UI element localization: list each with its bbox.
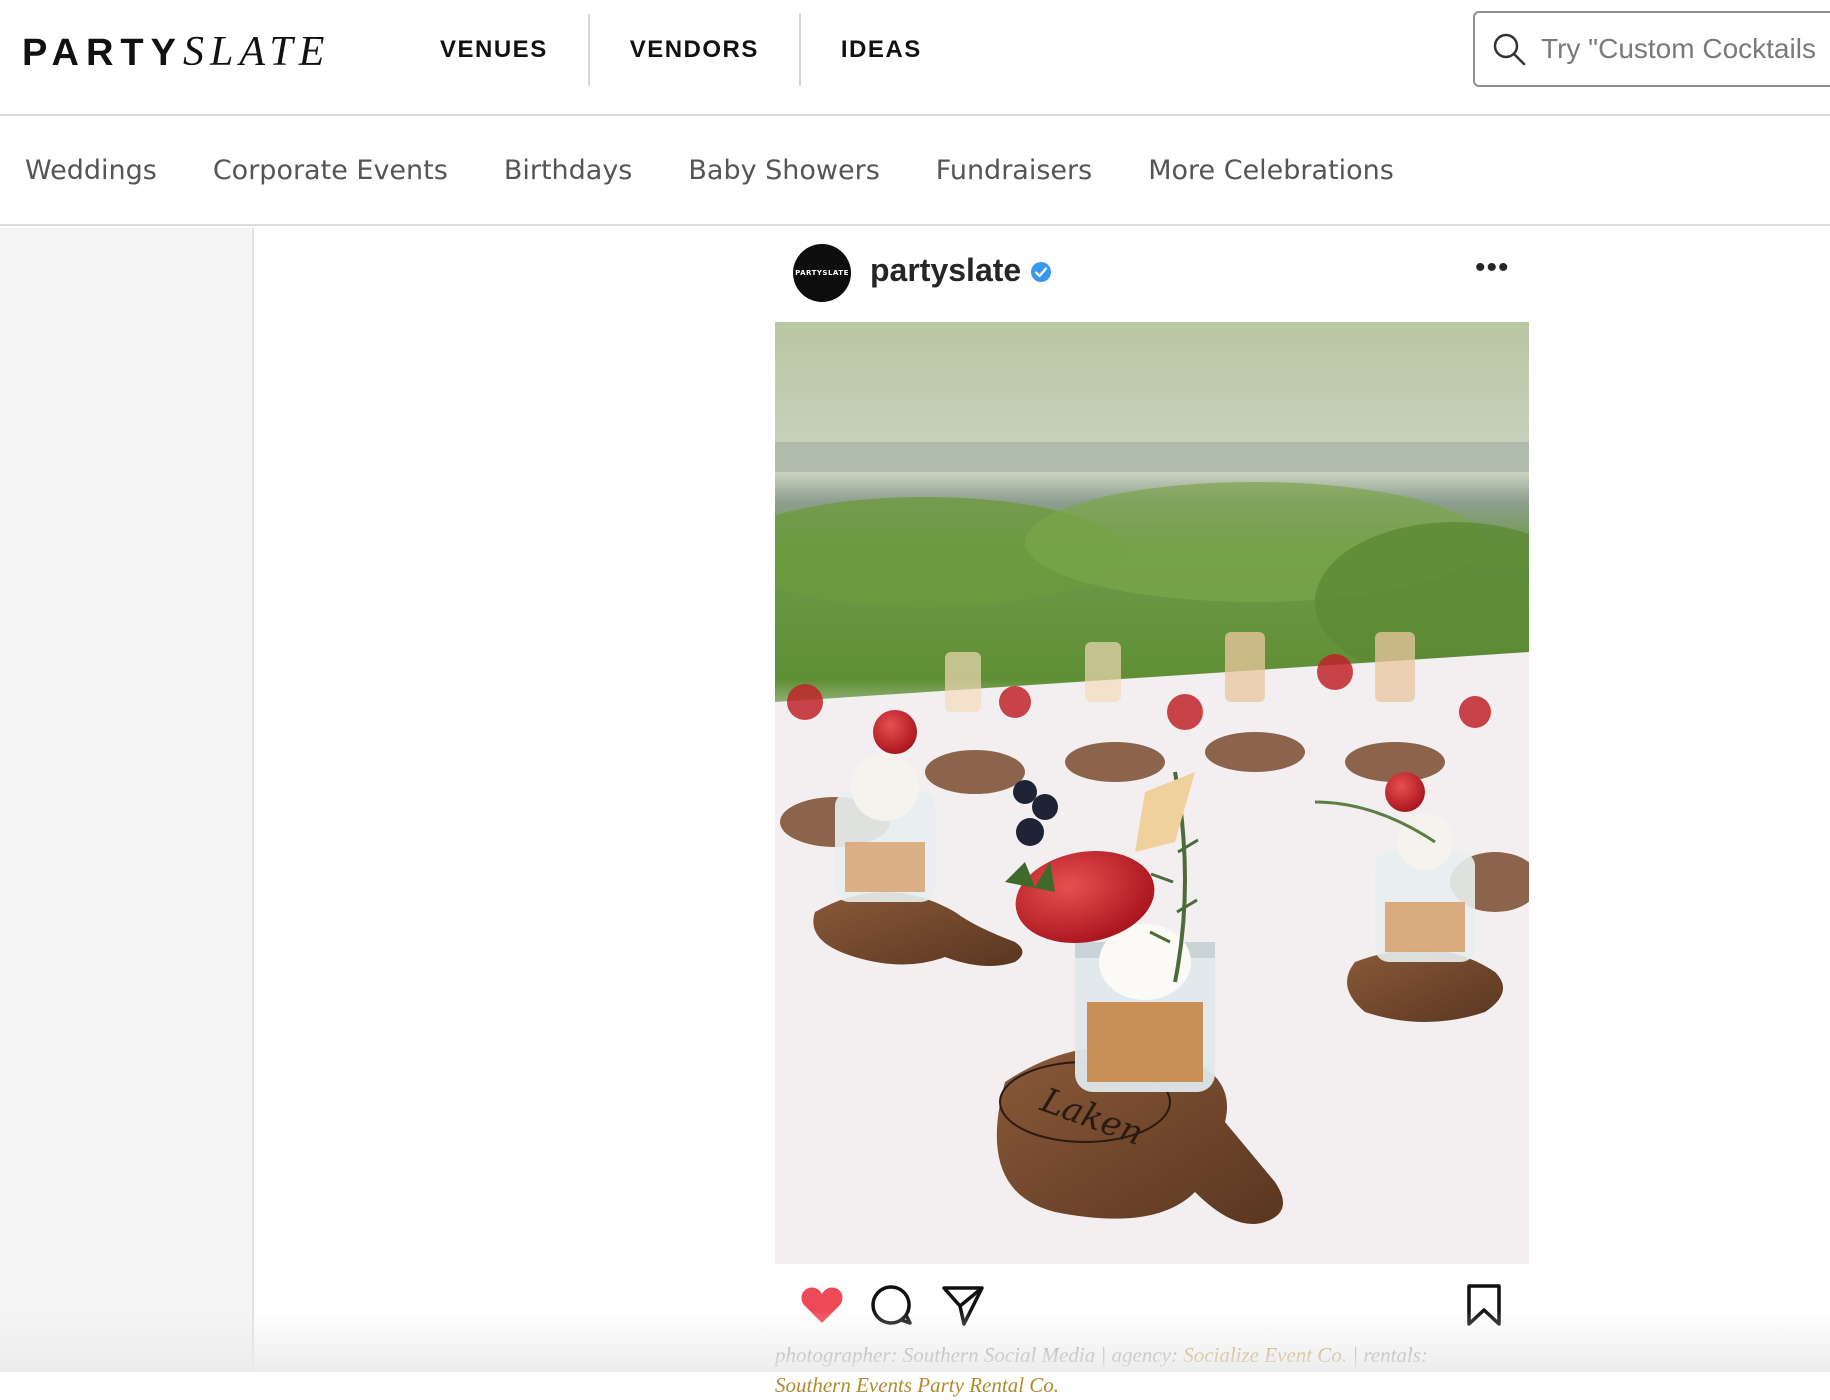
partyslate-logo[interactable]: PARTY SLATE <box>22 28 330 76</box>
category-baby-showers[interactable]: Baby Showers <box>688 155 879 186</box>
comment-icon[interactable] <box>868 1282 914 1328</box>
avatar-text: PARTYSLATE <box>795 269 849 277</box>
search-icon <box>1493 33 1526 66</box>
left-sidebar <box>0 228 254 1372</box>
event-category-nav: Weddings Corporate Events Birthdays Baby… <box>0 116 1830 226</box>
more-options-icon[interactable]: ••• <box>1475 253 1510 283</box>
post-actions <box>775 1274 1529 1334</box>
search-input[interactable] <box>1539 32 1830 66</box>
share-icon[interactable] <box>940 1282 986 1328</box>
category-more-celebrations[interactable]: More Celebrations <box>1148 155 1394 186</box>
bookmark-icon[interactable] <box>1461 1282 1507 1328</box>
logo-slate-text: SLATE <box>182 29 331 75</box>
caption-agency-link[interactable]: Socialize Event Co. <box>1183 1343 1347 1367</box>
post-username[interactable]: partyslate <box>870 252 1021 289</box>
nav-ideas[interactable]: IDEAS <box>801 14 962 86</box>
category-weddings[interactable]: Weddings <box>25 155 157 186</box>
dessert-jars-image: Laken <box>775 322 1529 1264</box>
heart-icon[interactable] <box>799 1282 845 1328</box>
verified-badge-icon <box>1031 262 1051 282</box>
nav-vendors[interactable]: VENDORS <box>590 14 799 86</box>
top-navigation-bar: PARTY SLATE VENUES VENDORS IDEAS <box>0 0 1830 116</box>
category-birthdays[interactable]: Birthdays <box>504 155 633 186</box>
instagram-post: PARTYSLATE partyslate ••• Laken photogra… <box>775 228 1529 1397</box>
search-box[interactable] <box>1473 11 1830 87</box>
caption-rentals-link[interactable]: Southern Events Party Rental Co. <box>775 1373 1059 1397</box>
photo-credits-caption: photographer: Southern Social Media | ag… <box>775 1340 1529 1400</box>
avatar[interactable]: PARTYSLATE <box>793 244 851 302</box>
category-corporate-events[interactable]: Corporate Events <box>213 155 448 186</box>
caption-rentals-label: | rentals: <box>1347 1343 1428 1367</box>
main-nav: VENUES VENDORS IDEAS <box>400 14 962 86</box>
logo-party-text: PARTY <box>22 32 183 74</box>
category-fundraisers[interactable]: Fundraisers <box>936 155 1092 186</box>
nav-venues[interactable]: VENUES <box>400 14 588 86</box>
post-header: PARTYSLATE partyslate ••• <box>775 228 1529 322</box>
caption-photographer: photographer: Southern Social Media | ag… <box>775 1343 1184 1367</box>
post-photo[interactable]: Laken <box>775 322 1529 1264</box>
